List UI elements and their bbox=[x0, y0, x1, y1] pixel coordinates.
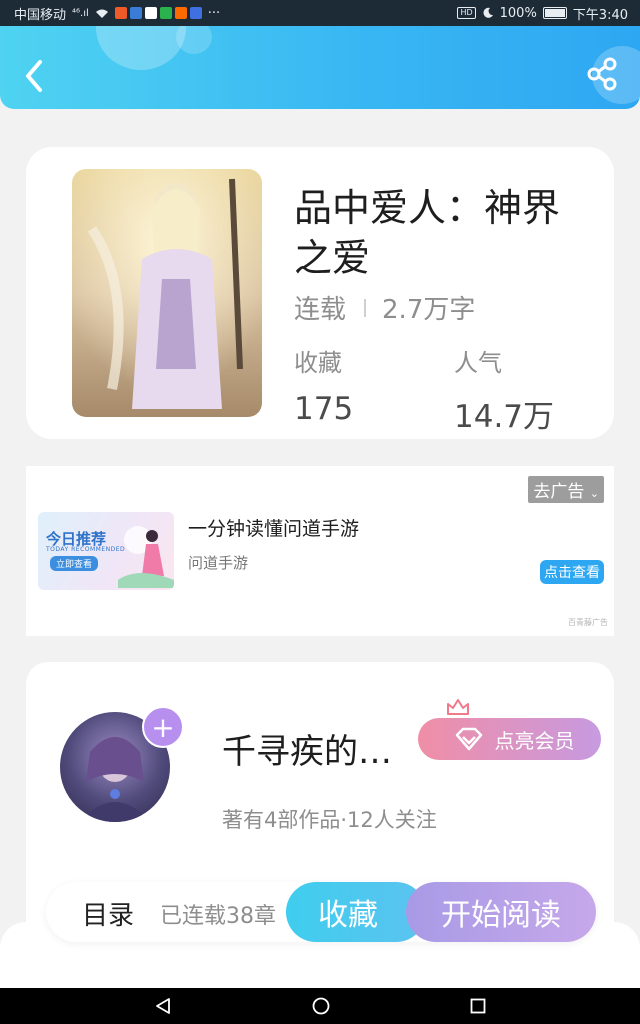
chapter-count: 已连载38章 bbox=[160, 904, 276, 929]
remove-ads-button[interactable]: 去广告 ⌄ bbox=[528, 476, 604, 503]
bottom-action-bar: 目录 已连载38章 收藏 开始阅读 bbox=[46, 882, 596, 942]
vip-label: 点亮会员 bbox=[494, 728, 575, 753]
triangle-back-icon bbox=[156, 998, 170, 1014]
moon-icon bbox=[483, 7, 493, 18]
ad-image[interactable]: 今日推荐 TODAY RECOMMENDED 立即查看 bbox=[38, 512, 174, 590]
ad-figure-illustration bbox=[118, 526, 174, 588]
ad-view-button[interactable]: 点击查看 bbox=[540, 560, 604, 584]
ad-banner[interactable]: 去广告 ⌄ 今日推荐 TODAY RECOMMENDED 立即查看 一分钟读懂问… bbox=[26, 466, 614, 636]
collect-count-label: 收藏 bbox=[294, 349, 342, 377]
collect-button[interactable]: 收藏 bbox=[286, 882, 426, 942]
book-info-card: 品中爱人：神界之爱 连载 2.7万字 收藏 175 人气 14.7万 bbox=[26, 147, 614, 439]
back-button[interactable] bbox=[18, 56, 54, 96]
book-title: 品中爱人：神界之爱 bbox=[294, 186, 561, 280]
author-name[interactable]: 千寻疾的… bbox=[222, 724, 392, 773]
square-recents-icon bbox=[470, 998, 486, 1014]
book-status: 连载 bbox=[294, 295, 347, 325]
status-bar: 中国移动 ⁴⁶.ıl ··· HD 100% 下午3:40 bbox=[0, 0, 640, 26]
nav-home-button[interactable] bbox=[312, 997, 330, 1015]
top-header bbox=[0, 26, 640, 109]
book-status-row: 连载 2.7万字 bbox=[294, 289, 475, 326]
status-left: 中国移动 ⁴⁶.ıl ··· bbox=[14, 4, 220, 23]
status-right: HD 100% 下午3:40 bbox=[457, 4, 628, 23]
ad-title: 一分钟读懂问道手游 bbox=[188, 518, 360, 540]
collect-count-value: 175 bbox=[294, 391, 354, 427]
popularity-label: 人气 bbox=[454, 349, 502, 377]
circle-home-icon bbox=[312, 997, 330, 1015]
ad-image-button: 立即查看 bbox=[50, 556, 99, 571]
system-navigation-bar bbox=[0, 988, 640, 1024]
vip-button[interactable]: 点亮会员 bbox=[418, 718, 601, 760]
remove-ads-label: 去广告 bbox=[533, 482, 585, 502]
app-icon-1 bbox=[114, 7, 127, 19]
ad-image-subtitle: TODAY RECOMMENDED bbox=[46, 546, 126, 553]
nav-back-button[interactable] bbox=[154, 997, 172, 1015]
carrier-label: 中国移动 bbox=[14, 7, 67, 23]
chevron-down-icon: ⌄ bbox=[589, 487, 599, 500]
wifi-icon bbox=[95, 9, 108, 18]
hd-badge: HD bbox=[457, 7, 476, 19]
back-icon bbox=[26, 60, 42, 92]
battery-icon bbox=[542, 7, 567, 19]
word-count: 2.7万字 bbox=[382, 295, 476, 325]
signal-icon: ⁴⁶.ıl bbox=[72, 7, 89, 19]
app-icon-5 bbox=[174, 7, 187, 19]
follow-author-button[interactable]: + bbox=[142, 706, 184, 748]
crown-icon bbox=[447, 699, 469, 715]
more-notifications-icon: ··· bbox=[207, 5, 221, 21]
divider bbox=[364, 298, 367, 317]
ad-subtitle: 问道手游 bbox=[188, 554, 249, 572]
start-reading-button[interactable]: 开始阅读 bbox=[406, 882, 596, 942]
nav-recents-button[interactable] bbox=[470, 998, 486, 1014]
battery-percent: 100% bbox=[499, 5, 537, 21]
share-icon bbox=[587, 57, 617, 91]
app-icon-3 bbox=[144, 7, 157, 19]
table-of-contents-button[interactable]: 目录 bbox=[82, 895, 134, 932]
diamond-icon bbox=[455, 727, 482, 751]
cover-illustration bbox=[72, 169, 262, 417]
notification-app-icons bbox=[114, 7, 202, 19]
author-meta: 著有4部作品·12人关注 bbox=[222, 808, 437, 832]
book-cover-image[interactable] bbox=[72, 169, 262, 417]
decor-bubble-large bbox=[96, 26, 186, 70]
clock: 下午3:40 bbox=[572, 7, 628, 23]
app-icon-4 bbox=[159, 7, 172, 19]
share-button[interactable] bbox=[586, 56, 620, 92]
ad-source-label: 百青藤广告 bbox=[568, 618, 608, 627]
popularity-value: 14.7万 bbox=[454, 399, 555, 435]
app-icon-2 bbox=[129, 7, 142, 19]
app-icon-6 bbox=[189, 7, 202, 19]
decor-bubble-small bbox=[176, 26, 212, 54]
